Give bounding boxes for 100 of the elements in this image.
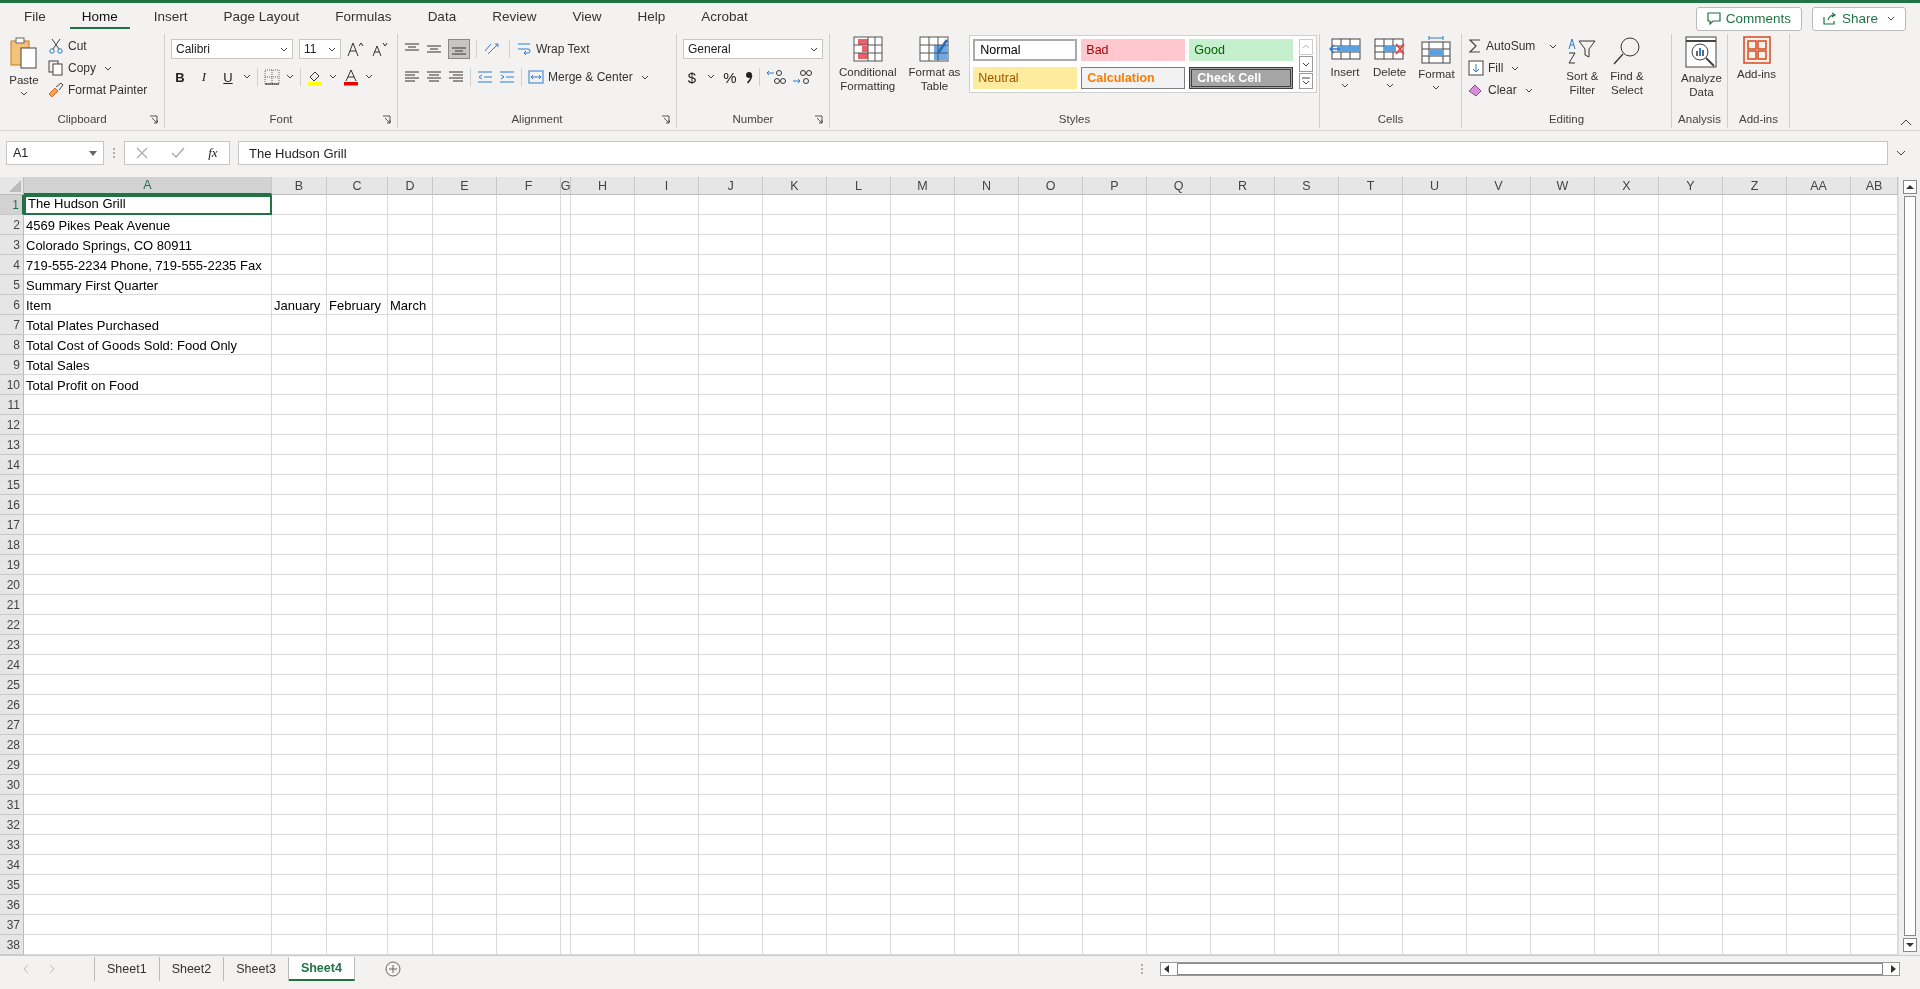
- horizontal-scrollbar[interactable]: [1160, 962, 1900, 976]
- analyze-data-button[interactable]: Analyze Data: [1678, 34, 1725, 101]
- column-header[interactable]: F: [497, 177, 561, 195]
- enter-check-icon[interactable]: [171, 147, 186, 159]
- scroll-down-icon[interactable]: [1299, 56, 1314, 72]
- ribbon-tab[interactable]: Help: [625, 4, 678, 29]
- delete-cells-button[interactable]: Delete: [1370, 34, 1410, 90]
- column-header[interactable]: T: [1339, 177, 1403, 195]
- column-header[interactable]: X: [1595, 177, 1659, 195]
- merge-center-button[interactable]: Merge & Center: [528, 67, 649, 87]
- align-left-icon[interactable]: [404, 70, 420, 84]
- caret-icon[interactable]: [243, 74, 251, 80]
- caret-icon[interactable]: [286, 74, 294, 80]
- number-format-dropdown[interactable]: General: [683, 39, 823, 59]
- row-header[interactable]: 27: [0, 715, 24, 735]
- currency-button[interactable]: $: [683, 68, 701, 86]
- row-header[interactable]: 25: [0, 675, 24, 695]
- column-header[interactable]: C: [327, 177, 388, 195]
- row-header[interactable]: 18: [0, 535, 24, 555]
- decrease-font-icon[interactable]: [371, 41, 389, 57]
- sheet-tab[interactable]: Sheet3: [224, 957, 289, 981]
- increase-font-icon[interactable]: [347, 41, 365, 57]
- ribbon-tab[interactable]: Data: [415, 4, 469, 29]
- row-header[interactable]: 23: [0, 635, 24, 655]
- dialog-launcher-icon[interactable]: [149, 115, 158, 124]
- column-header[interactable]: H: [571, 177, 635, 195]
- cell-style-option[interactable]: Good: [1189, 39, 1294, 61]
- dialog-launcher-icon[interactable]: [661, 115, 670, 124]
- column-header[interactable]: V: [1467, 177, 1531, 195]
- row-header[interactable]: 17: [0, 515, 24, 535]
- scrollbar-thumb[interactable]: [1177, 963, 1883, 975]
- column-header[interactable]: U: [1403, 177, 1467, 195]
- increase-decimal-icon[interactable]: [766, 69, 786, 85]
- column-header[interactable]: O: [1019, 177, 1083, 195]
- ribbon-tab[interactable]: Home: [69, 4, 130, 29]
- row-header[interactable]: 32: [0, 815, 24, 835]
- decrease-decimal-icon[interactable]: [792, 69, 812, 85]
- font-size-dropdown[interactable]: 11: [299, 39, 341, 59]
- column-header[interactable]: Q: [1147, 177, 1211, 195]
- sort-filter-button[interactable]: Sort & Filter: [1563, 34, 1602, 99]
- scrollbar-thumb[interactable]: [1903, 196, 1916, 936]
- caret-icon[interactable]: [707, 74, 715, 80]
- ribbon-tab[interactable]: Insert: [141, 4, 200, 29]
- column-header[interactable]: D: [388, 177, 433, 195]
- cell-style-option[interactable]: Normal: [973, 39, 1078, 61]
- cell-style-option[interactable]: Neutral: [973, 66, 1078, 89]
- row-header[interactable]: 22: [0, 615, 24, 635]
- column-header[interactable]: I: [635, 177, 699, 195]
- dialog-launcher-icon[interactable]: [814, 115, 823, 124]
- cell-style-option[interactable]: Bad: [1081, 39, 1186, 61]
- column-header[interactable]: K: [763, 177, 827, 195]
- borders-icon[interactable]: [264, 69, 280, 85]
- row-header[interactable]: 35: [0, 875, 24, 895]
- find-select-button[interactable]: Find & Select: [1607, 34, 1647, 99]
- column-header[interactable]: A: [24, 177, 272, 195]
- row-header[interactable]: 12: [0, 415, 24, 435]
- format-cells-button[interactable]: Format: [1415, 34, 1458, 92]
- row-header[interactable]: 31: [0, 795, 24, 815]
- comma-style-icon[interactable]: [745, 70, 753, 84]
- scroll-up-icon[interactable]: [1902, 180, 1917, 194]
- insert-cells-button[interactable]: Insert: [1326, 34, 1364, 90]
- row-header[interactable]: 29: [0, 755, 24, 775]
- row-header[interactable]: 34: [0, 855, 24, 875]
- row-header[interactable]: 33: [0, 835, 24, 855]
- row-header[interactable]: 21: [0, 595, 24, 615]
- column-header[interactable]: AB: [1851, 177, 1898, 195]
- ribbon-tab[interactable]: Acrobat: [689, 4, 760, 29]
- column-header[interactable]: R: [1211, 177, 1275, 195]
- row-header[interactable]: 16: [0, 495, 24, 515]
- middle-align-icon[interactable]: [426, 42, 442, 56]
- row-header[interactable]: 5: [0, 275, 24, 295]
- row-header[interactable]: 2: [0, 215, 24, 235]
- row-header[interactable]: 14: [0, 455, 24, 475]
- row-header[interactable]: 19: [0, 555, 24, 575]
- sheet-tab[interactable]: Sheet2: [159, 957, 225, 981]
- name-box[interactable]: A1: [6, 141, 104, 165]
- row-header[interactable]: 3: [0, 235, 24, 255]
- font-color-icon[interactable]: [343, 68, 359, 86]
- add-ins-button[interactable]: Add-ins: [1734, 34, 1779, 83]
- row-header[interactable]: 4: [0, 255, 24, 275]
- row-header[interactable]: 24: [0, 655, 24, 675]
- underline-button[interactable]: U: [219, 69, 237, 85]
- row-header[interactable]: 6: [0, 295, 24, 315]
- fill-button[interactable]: Fill: [1468, 58, 1558, 78]
- row-header[interactable]: 20: [0, 575, 24, 595]
- clear-button[interactable]: Clear: [1468, 80, 1558, 100]
- column-header[interactable]: P: [1083, 177, 1147, 195]
- expand-formula-icon[interactable]: [1896, 150, 1906, 156]
- column-header[interactable]: E: [433, 177, 497, 195]
- ribbon-tab[interactable]: Formulas: [323, 4, 404, 29]
- cut-button[interactable]: Cut: [48, 36, 148, 56]
- ribbon-tab[interactable]: Review: [480, 4, 549, 29]
- row-header[interactable]: 15: [0, 475, 24, 495]
- row-header[interactable]: 26: [0, 695, 24, 715]
- ribbon-tab[interactable]: Page Layout: [211, 4, 312, 29]
- row-header[interactable]: 37: [0, 915, 24, 935]
- share-button[interactable]: Share: [1811, 6, 1906, 31]
- column-header[interactable]: W: [1531, 177, 1595, 195]
- percent-button[interactable]: %: [721, 68, 739, 86]
- row-header[interactable]: 10: [0, 375, 24, 395]
